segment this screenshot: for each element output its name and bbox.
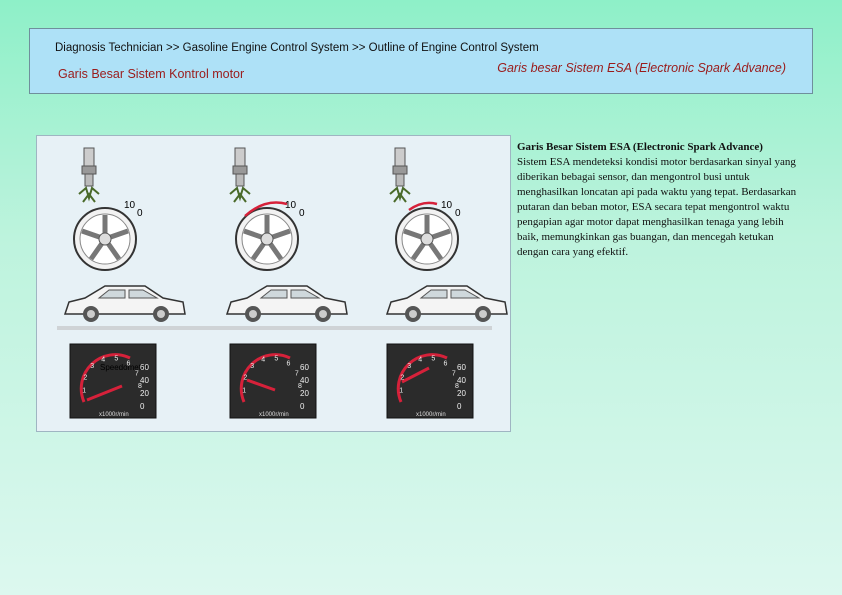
road-line bbox=[57, 326, 492, 330]
wheel-icon bbox=[74, 208, 136, 270]
car-icon bbox=[386, 285, 508, 323]
spark-plug-icon bbox=[78, 147, 100, 203]
esa-diagram: 10 0 10 0 10 0 Speedometer x1000r/min x1… bbox=[57, 147, 508, 420]
gauge-tick-label: 3 bbox=[407, 363, 411, 370]
gauge-tick-label: 6 bbox=[444, 360, 448, 367]
gauge-speed-label: 60 bbox=[300, 363, 309, 372]
gauge-tick-label: 2 bbox=[400, 374, 404, 381]
gauge-tick-label: 4 bbox=[418, 356, 422, 363]
gauge-speed-label: 20 bbox=[457, 389, 466, 398]
spark-plug-icon bbox=[229, 147, 251, 203]
gauge-speed-label: 0 bbox=[300, 402, 305, 411]
breadcrumb: Diagnosis Technician >> Gasoline Engine … bbox=[55, 42, 539, 54]
gauge-speed-label: 0 bbox=[457, 402, 462, 411]
gauge-tick-label: 4 bbox=[261, 356, 265, 363]
gauge-tick-label: 6 bbox=[127, 360, 131, 367]
gauge-tick-label: 3 bbox=[250, 363, 254, 370]
page-title: Garis Besar Sistem Kontrol motor bbox=[58, 67, 245, 81]
spark-plug-icon bbox=[389, 147, 411, 203]
wheel-mark-10: 10 bbox=[124, 200, 136, 211]
gauge-tick-label: 4 bbox=[101, 356, 105, 363]
gauge-tick-label: 6 bbox=[287, 360, 291, 367]
gauge-tick-label: 3 bbox=[90, 363, 94, 370]
gauge-speed-label: 40 bbox=[140, 376, 149, 385]
gauge-unit: x1000r/min bbox=[99, 412, 129, 418]
gauge-tick-label: 7 bbox=[295, 370, 299, 377]
header-bar: Diagnosis Technician >> Gasoline Engine … bbox=[29, 28, 813, 94]
wheel-mark-0: 0 bbox=[455, 208, 461, 219]
gauge-tick-label: 7 bbox=[135, 370, 139, 377]
gauge-speed-label: 40 bbox=[457, 376, 466, 385]
wheel-mark-10: 10 bbox=[441, 200, 453, 211]
gauge-speed-label: 60 bbox=[457, 363, 466, 372]
gauge-tick-label: 2 bbox=[243, 374, 247, 381]
gauge-speed-label: 20 bbox=[140, 389, 149, 398]
gauge-tick-label: 1 bbox=[82, 387, 86, 394]
wheel-mark-10: 10 bbox=[285, 200, 297, 211]
car-icon bbox=[226, 285, 348, 323]
gauge-tick-label: 7 bbox=[452, 370, 456, 377]
gauge-tick-label: 1 bbox=[242, 387, 246, 394]
description-body: Sistem ESA mendeteksi kondisi motor berd… bbox=[517, 156, 797, 258]
gauge-tick-label: 5 bbox=[431, 355, 435, 362]
gauge-tick-label: 2 bbox=[83, 374, 87, 381]
gauge-tick-label: 5 bbox=[114, 355, 118, 362]
esa-description: Garis Besar Sistem ESA (Electronic Spark… bbox=[517, 140, 807, 260]
esa-illustration: 10 0 10 0 10 0 Speedometer x1000r/min x1… bbox=[36, 135, 511, 432]
gauge-unit: x1000r/min bbox=[259, 412, 289, 418]
description-title: Garis Besar Sistem ESA (Electronic Spark… bbox=[517, 141, 763, 153]
gauge-speed-label: 40 bbox=[300, 376, 309, 385]
gauge-speed-label: 20 bbox=[300, 389, 309, 398]
wheel-mark-0: 0 bbox=[137, 208, 143, 219]
car-icon bbox=[64, 285, 186, 323]
gauge-speed-label: 60 bbox=[140, 363, 149, 372]
gauge-speed-label: 0 bbox=[140, 402, 145, 411]
gauge-unit: x1000r/min bbox=[416, 412, 446, 418]
gauge-tick-label: 1 bbox=[399, 387, 403, 394]
section-title: Garis besar Sistem ESA (Electronic Spark… bbox=[497, 61, 786, 75]
wheel-icon bbox=[236, 208, 298, 270]
wheel-mark-0: 0 bbox=[299, 208, 305, 219]
gauge-tick-label: 5 bbox=[274, 355, 278, 362]
wheel-icon bbox=[396, 208, 458, 270]
